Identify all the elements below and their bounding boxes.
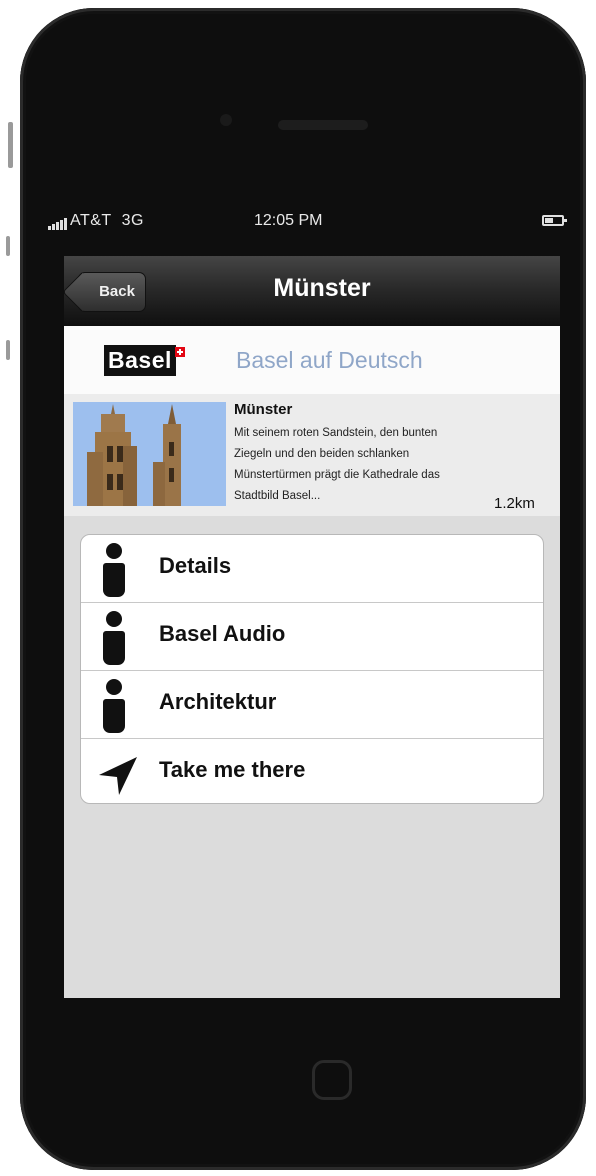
signal-icon: [48, 212, 68, 230]
home-button[interactable]: [312, 1060, 352, 1100]
poi-title: Münster: [234, 401, 293, 418]
page-title: Münster: [273, 274, 371, 302]
basel-logo: Basel: [104, 345, 185, 377]
mute-switch: [8, 122, 13, 168]
status-time: 12:05 PM: [254, 212, 323, 229]
location-arrow-icon: [99, 757, 137, 795]
front-camera: [220, 114, 232, 126]
network-label: 3G: [121, 212, 144, 230]
menu-item-details[interactable]: Details: [81, 535, 543, 603]
battery-icon: [542, 215, 567, 226]
info-icon: [103, 679, 131, 735]
back-button-label: Back: [99, 283, 135, 300]
info-icon: [103, 611, 131, 667]
menu-item-basel-audio[interactable]: Basel Audio: [81, 603, 543, 671]
menu-item-label: Details: [159, 553, 232, 578]
status-carrier: AT&T 3G: [48, 212, 144, 230]
volume-down-button: [6, 340, 10, 360]
basel-logo-text: Basel: [104, 345, 176, 376]
info-icon: [103, 543, 131, 599]
volume-up-button: [6, 236, 10, 256]
swiss-flag-icon: [174, 347, 185, 357]
city-header: Basel Basel auf Deutsch: [64, 326, 560, 394]
language-link[interactable]: Basel auf Deutsch: [236, 347, 423, 374]
menu-item-take-me-there[interactable]: Take me there: [81, 739, 543, 803]
menu-item-label: Architektur: [159, 689, 277, 714]
app-screen: Back Münster Basel Basel auf Deutsch Mün…: [64, 256, 560, 998]
poi-summary: Münster Mit seinem roten Sandstein, den …: [64, 394, 560, 516]
menu-item-label: Basel Audio: [159, 621, 286, 646]
navigation-bar: Back Münster: [64, 256, 560, 327]
menu-item-label: Take me there: [159, 757, 306, 782]
status-bar: AT&T 3G 12:05 PM: [40, 205, 572, 239]
cathedral-photo: [73, 402, 226, 506]
poi-distance: 1.2km: [494, 495, 535, 512]
poi-description: Mit seinem roten Sandstein, den bunten Z…: [234, 427, 440, 502]
menu-item-architektur[interactable]: Architektur: [81, 671, 543, 739]
earpiece-speaker: [278, 120, 368, 130]
menu-group: Details Basel Audio Architektur Take me …: [80, 534, 544, 804]
carrier-label: AT&T: [70, 212, 112, 230]
